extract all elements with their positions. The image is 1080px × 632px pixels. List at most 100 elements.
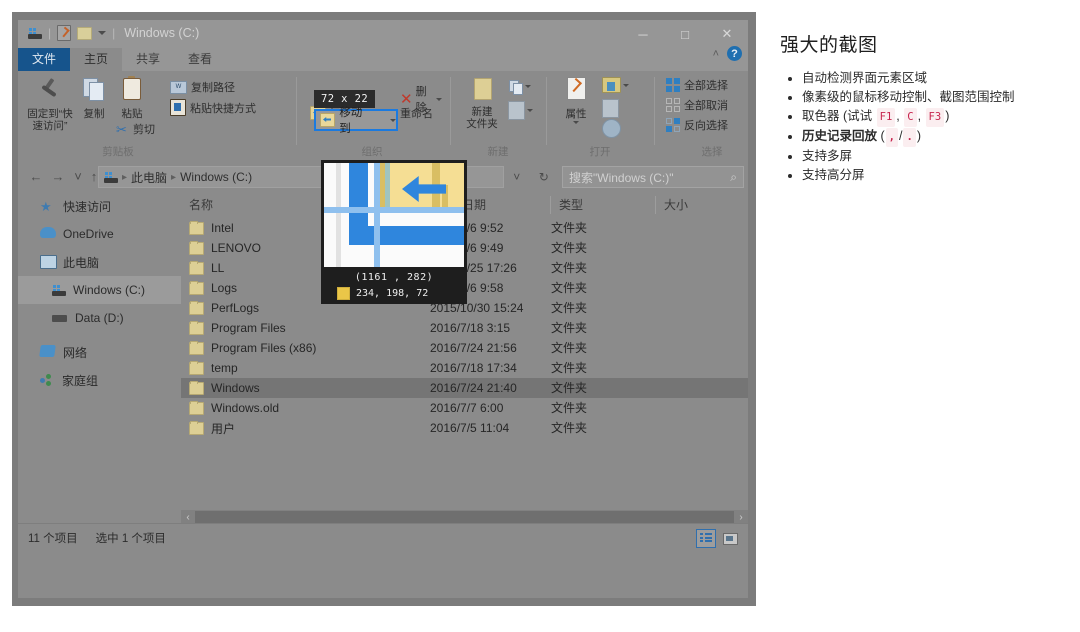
minimize-button[interactable]: ─: [622, 20, 664, 48]
table-row[interactable]: Program Files (x86) 2016/7/24 21:56 文件夹: [181, 338, 748, 358]
drive-icon: [28, 27, 42, 39]
file-type: 文件夹: [551, 321, 588, 335]
new-folder-icon: [471, 76, 493, 100]
sidebar-item-windows-c[interactable]: Windows (C:): [18, 276, 181, 304]
move-to-icon: [320, 113, 336, 127]
sidebar-label-onedrive: OneDrive: [63, 227, 114, 241]
help-icon[interactable]: ?: [727, 46, 742, 61]
file-date: 2016/7/7 6:00: [430, 401, 504, 415]
easy-access-button[interactable]: [508, 101, 533, 120]
select-all-button[interactable]: 全部选择: [666, 77, 728, 93]
sidebar-label-homegroup: 家庭组: [62, 373, 99, 388]
copy-button[interactable]: 复制: [76, 76, 112, 120]
sidebar-label-network: 网络: [63, 345, 88, 360]
tab-view[interactable]: 查看: [174, 48, 226, 71]
invert-selection-button[interactable]: 反向选择: [666, 117, 728, 133]
maximize-button[interactable]: □: [664, 20, 706, 48]
column-header-size[interactable]: 大小: [656, 192, 736, 218]
easy-access-caret-icon[interactable]: [527, 109, 533, 112]
feature-text: 自动检测界面元素区域: [802, 71, 928, 85]
new-folder-button[interactable]: 新建 文件夹: [458, 76, 506, 130]
feature-text: 历史记录回放: [802, 129, 878, 143]
forward-button[interactable]: →: [48, 168, 68, 186]
new-folder-icon[interactable]: [77, 26, 93, 40]
properties-caret-icon[interactable]: [573, 121, 579, 124]
new-folder-label-line1: 新建: [471, 106, 493, 118]
move-to-caret-icon[interactable]: [390, 118, 396, 122]
file-name: temp: [211, 361, 238, 375]
breadcrumb-separator-1: ▸: [122, 171, 128, 183]
breadcrumb-windows-c[interactable]: Windows (C:): [180, 170, 252, 184]
drive-icon: [52, 284, 66, 296]
table-row[interactable]: Program Files 2016/7/18 3:15 文件夹: [181, 318, 748, 338]
scroll-left-icon[interactable]: ‹: [181, 512, 195, 523]
ribbon-group-new: 新建 文件夹 新建: [456, 71, 540, 162]
breadcrumb-this-pc[interactable]: 此电脑: [131, 169, 167, 186]
feature-suffix: ): [916, 129, 921, 143]
paste-button[interactable]: 粘贴: [114, 76, 150, 120]
tab-file[interactable]: 文件: [18, 48, 70, 71]
open-button[interactable]: [602, 77, 629, 93]
select-none-icon: [666, 98, 680, 112]
highlighted-element-move-to[interactable]: 移动到: [314, 107, 398, 135]
file-name: 用户: [211, 421, 236, 436]
cut-button[interactable]: ✂ 剪切: [114, 121, 155, 137]
ribbon-divider-4: [654, 77, 655, 145]
collapse-ribbon-icon[interactable]: ˄: [713, 48, 719, 60]
chevron-down-icon[interactable]: [98, 31, 107, 35]
scrollbar-thumb[interactable]: [195, 511, 734, 523]
table-row[interactable]: 用户 2016/7/5 11:04 文件夹: [181, 418, 748, 438]
page-title: 强大的截图: [780, 35, 878, 56]
address-dropdown-icon[interactable]: ˅: [513, 170, 520, 184]
copy-path-button[interactable]: W 复制路径: [170, 79, 280, 95]
sidebar-item-network[interactable]: 网络: [18, 338, 181, 366]
new-item-button[interactable]: [508, 79, 531, 95]
edit-button[interactable]: [602, 99, 619, 118]
new-item-caret-icon[interactable]: [525, 85, 531, 88]
details-view-icon[interactable]: [696, 529, 716, 548]
ribbon-divider-3: [546, 77, 547, 145]
sidebar-item-homegroup[interactable]: 家庭组: [18, 366, 181, 394]
search-input[interactable]: 搜索"Windows (C:)" ⌕: [562, 166, 744, 188]
paste-label: 粘贴: [121, 108, 143, 120]
sidebar-item-quick-access[interactable]: ★ 快速访问: [18, 192, 181, 220]
back-button[interactable]: ←: [26, 168, 46, 186]
open-caret-icon[interactable]: [623, 83, 629, 87]
sidebar-item-this-pc[interactable]: 此电脑: [18, 248, 181, 276]
breadcrumb-drive-icon: [104, 171, 118, 183]
key-badge-f3: F3: [925, 108, 945, 127]
file-name: Windows.old: [211, 401, 280, 415]
table-row[interactable]: Windows.old 2016/7/7 6:00 文件夹: [181, 398, 748, 418]
search-icon[interactable]: ⌕: [730, 170, 737, 185]
cut-label: 剪切: [133, 124, 155, 136]
rename-button[interactable]: 重命名: [400, 105, 433, 121]
delete-caret-icon[interactable]: [436, 97, 442, 101]
horizontal-scrollbar[interactable]: ‹ ›: [181, 510, 748, 524]
sidebar-item-onedrive[interactable]: OneDrive: [18, 220, 181, 248]
copy-path-icon: W: [170, 80, 187, 94]
copy-label: 复制: [83, 108, 105, 120]
magnified-pixel-underline: [376, 207, 464, 213]
table-row-selected[interactable]: Windows 2016/7/24 21:40 文件夹: [181, 378, 748, 398]
history-button[interactable]: [602, 119, 621, 138]
properties-icon[interactable]: [57, 25, 72, 41]
explorer-window-body: | | Windows (C:) ─ □ ✕ 文件 主页 共享 查看 ˄ ? 固…: [18, 20, 748, 598]
tab-home[interactable]: 主页: [70, 48, 122, 71]
select-all-icon: [666, 78, 680, 92]
sidebar-item-data-d[interactable]: Data (D:): [18, 304, 181, 332]
table-row[interactable]: temp 2016/7/18 17:34 文件夹: [181, 358, 748, 378]
key-badge-c: C: [904, 108, 917, 127]
pin-to-quick-access-button[interactable]: 固定到“快 速访问”: [22, 76, 78, 132]
file-explorer-window: | | Windows (C:) ─ □ ✕ 文件 主页 共享 查看 ˄ ? 固…: [18, 20, 748, 598]
magnifier-panel: (1161 , 282) 234, 198, 72: [321, 160, 467, 304]
refresh-icon[interactable]: ↻: [539, 170, 549, 184]
tab-share[interactable]: 共享: [122, 48, 174, 71]
paste-shortcut-button[interactable]: 粘贴快捷方式: [170, 99, 288, 116]
column-header-type[interactable]: 类型: [551, 192, 655, 218]
large-icons-view-icon[interactable]: [720, 529, 740, 548]
select-none-button[interactable]: 全部取消: [666, 97, 728, 113]
close-button[interactable]: ✕: [706, 20, 748, 48]
scroll-right-icon[interactable]: ›: [734, 512, 748, 523]
properties-button[interactable]: 属性: [554, 76, 598, 124]
quick-access-toolbar: | | Windows (C:): [28, 25, 199, 41]
